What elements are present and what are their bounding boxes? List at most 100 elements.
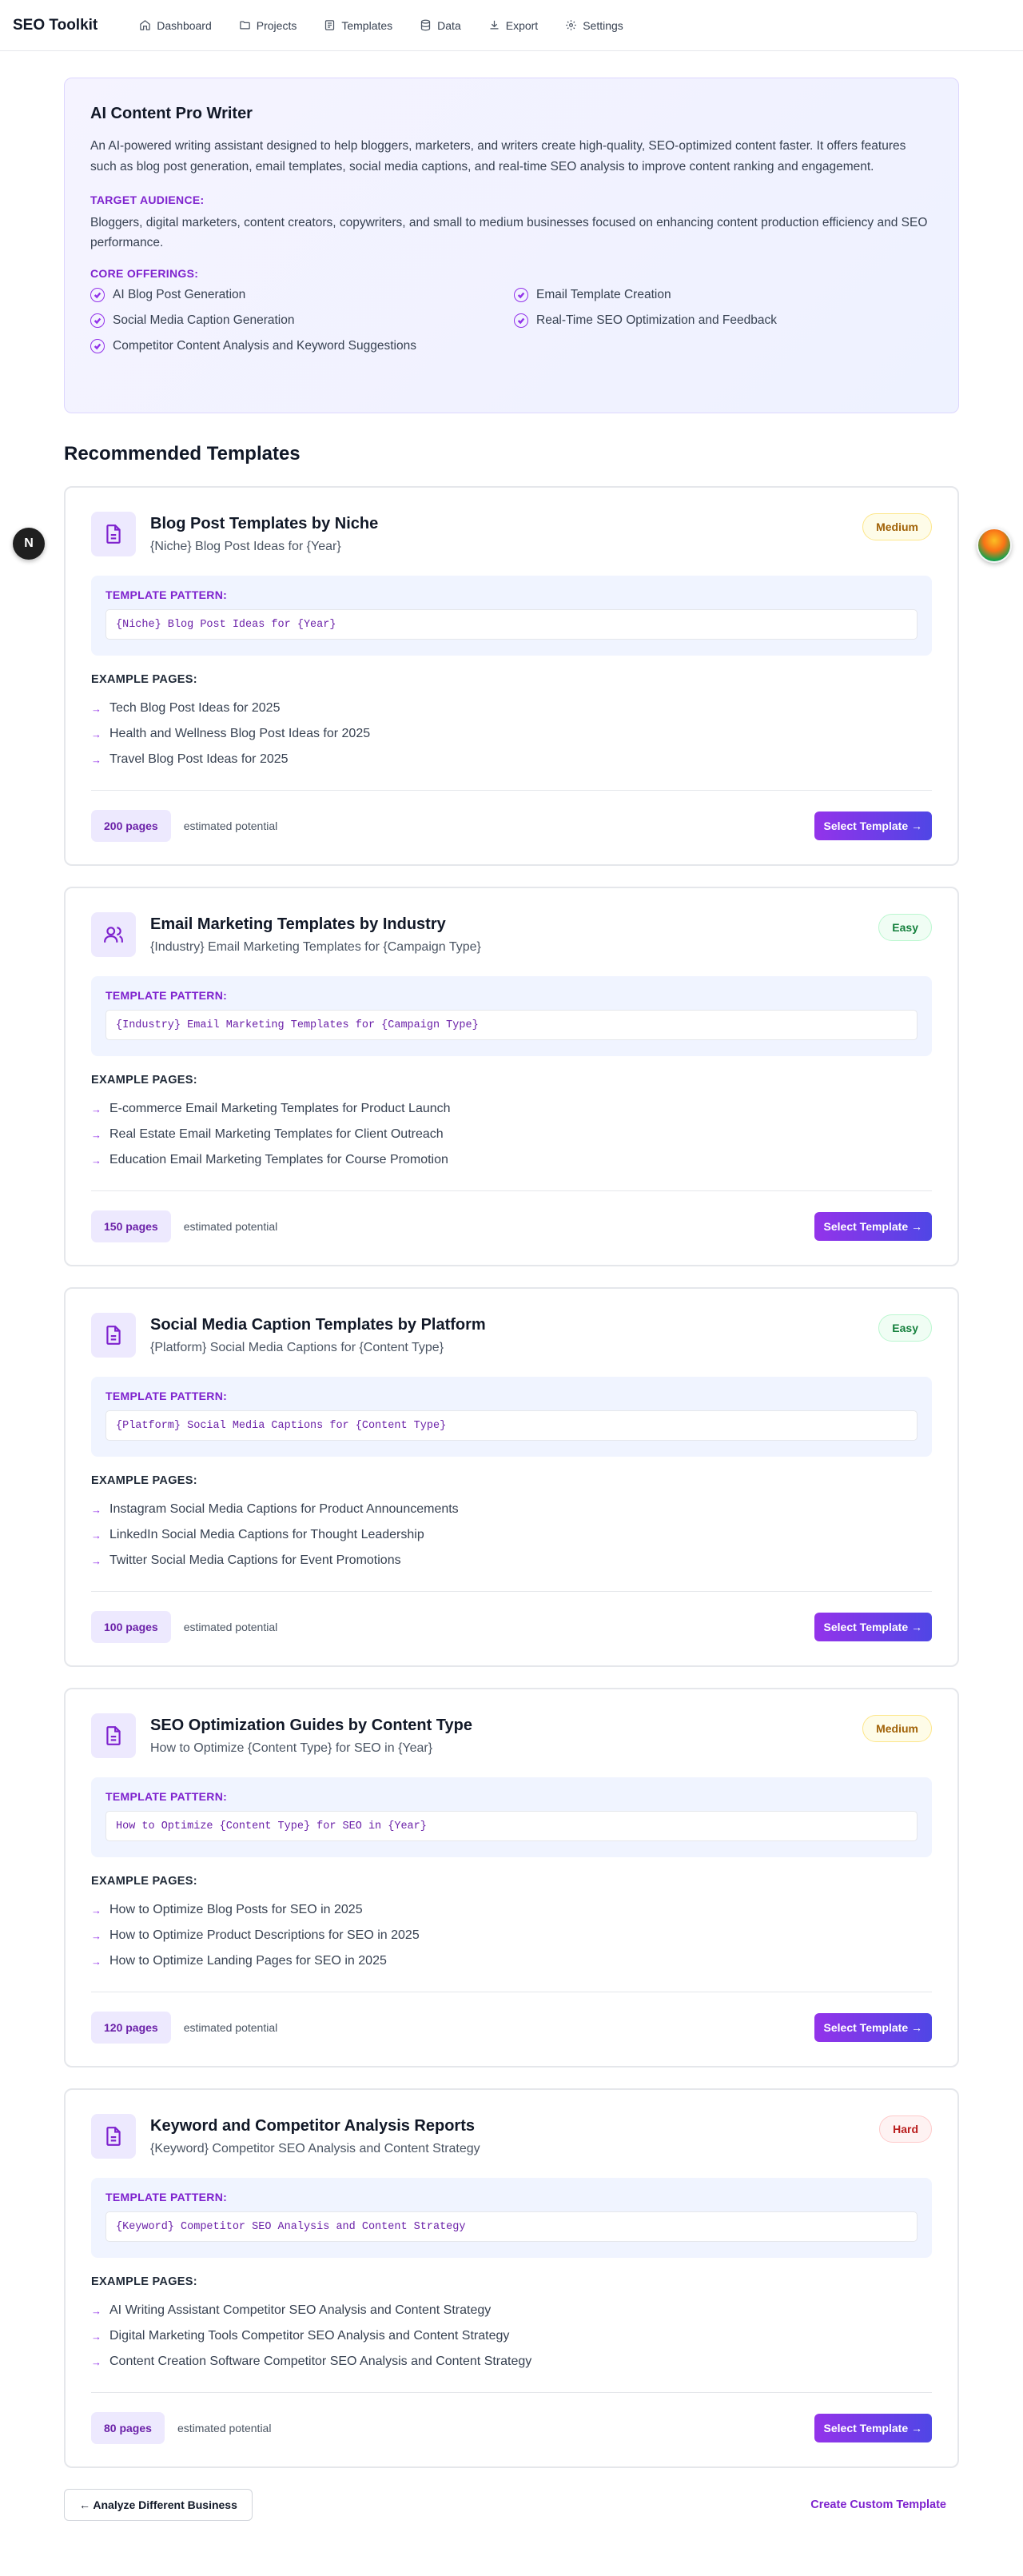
- offering-label: Real-Time SEO Optimization and Feedback: [536, 313, 777, 327]
- home-icon: [140, 20, 151, 30]
- target-audience-text: Bloggers, digital marketers, content cre…: [90, 216, 928, 249]
- arrow-right-icon: →: [91, 1103, 102, 1115]
- floating-n-badge[interactable]: N: [13, 528, 45, 560]
- template-card: Keyword and Competitor Analysis Reports …: [64, 2088, 959, 2468]
- template-card: Social Media Caption Templates by Platfo…: [64, 1287, 959, 1667]
- example-page-item: → Digital Marketing Tools Competitor SEO …: [91, 2323, 932, 2349]
- arrow-right-icon: →: [91, 1128, 102, 1141]
- example-page-text: How to Optimize Product Descriptions for…: [109, 1928, 420, 1942]
- document-icon: [91, 1313, 136, 1358]
- arrow-right-icon: →: [91, 702, 102, 715]
- example-page-item: → Twitter Social Media Captions for Event…: [91, 1548, 932, 1573]
- nav-item-label: Settings: [583, 18, 623, 32]
- arrow-right-icon: →: [91, 1503, 102, 1516]
- example-page-text: Education Email Marketing Templates for …: [109, 1153, 448, 1166]
- nav-item-data[interactable]: Data: [420, 19, 461, 32]
- page-count-badge: 80 pages: [91, 2412, 165, 2444]
- offering-label: AI Blog Post Generation: [113, 288, 246, 301]
- example-page-text: Travel Blog Post Ideas for 2025: [109, 752, 289, 766]
- target-audience-label: TARGET AUDIENCE:: [90, 193, 205, 206]
- top-nav: SEO Toolkit Dashboard Projects Templates…: [0, 0, 1023, 51]
- nav-item-templates[interactable]: Templates: [324, 19, 392, 32]
- select-template-button[interactable]: Select Template →: [814, 2414, 932, 2442]
- template-pattern-code: {Industry} Email Marketing Templates for…: [105, 1010, 918, 1040]
- template-card: SEO Optimization Guides by Content Type …: [64, 1688, 959, 2068]
- example-pages-label: EXAMPLE PAGES:: [91, 673, 197, 686]
- arrow-right-icon: →: [91, 1554, 102, 1567]
- example-page-item: → How to Optimize Blog Posts for SEO in 2…: [91, 1897, 932, 1923]
- estimated-potential-label: estimated potential: [183, 2021, 278, 2034]
- template-pattern-label: TEMPLATE PATTERN:: [105, 1390, 228, 1402]
- arrow-right-icon: →: [91, 2330, 102, 2343]
- page-count-badge: 120 pages: [91, 2012, 171, 2044]
- nav-item-export[interactable]: Export: [488, 19, 538, 32]
- difficulty-badge: Easy: [878, 914, 932, 941]
- template-subtitle: {Keyword} Competitor SEO Analysis and Co…: [150, 2142, 480, 2155]
- template-title: Social Media Caption Templates by Platfo…: [150, 1316, 486, 1334]
- nav-item-projects[interactable]: Projects: [239, 19, 297, 32]
- create-custom-template-button[interactable]: Create Custom Template: [810, 2498, 959, 2511]
- folder-icon: [240, 21, 250, 30]
- example-page-text: Instagram Social Media Captions for Prod…: [109, 1502, 459, 1516]
- example-page-item: → Education Email Marketing Templates for…: [91, 1147, 932, 1173]
- nav-item-settings[interactable]: Settings: [565, 19, 623, 32]
- estimated-potential-label: estimated potential: [183, 819, 278, 832]
- difficulty-badge: Easy: [878, 1314, 932, 1342]
- difficulty-badge: Medium: [862, 1715, 932, 1742]
- page-count-badge: 200 pages: [91, 810, 171, 842]
- difficulty-badge: Hard: [879, 2115, 932, 2143]
- example-pages-label: EXAMPLE PAGES:: [91, 2275, 197, 2288]
- offering-item: Email Template Creation: [514, 286, 937, 304]
- nav-item-dashboard[interactable]: Dashboard: [139, 19, 212, 32]
- arrow-right-icon: →: [91, 1955, 102, 1968]
- check-circle-icon: [90, 288, 105, 302]
- example-page-item: → How to Optimize Landing Pages for SEO i…: [91, 1948, 932, 1974]
- arrow-right-icon: →: [91, 2304, 102, 2317]
- business-title: AI Content Pro Writer: [90, 105, 253, 122]
- download-icon: [490, 20, 499, 30]
- nav-item-label: Data: [437, 18, 461, 32]
- select-template-button[interactable]: Select Template →: [814, 1212, 932, 1241]
- nav-items: Dashboard Projects Templates Data Export…: [139, 19, 651, 32]
- nav-item-label: Export: [505, 18, 539, 32]
- template-title: Keyword and Competitor Analysis Reports: [150, 2117, 475, 2135]
- example-page-text: Content Creation Software Competitor SEO…: [109, 2355, 532, 2368]
- template-pattern-code: {Niche} Blog Post Ideas for {Year}: [105, 609, 918, 640]
- example-page-text: LinkedIn Social Media Captions for Thoug…: [109, 1528, 424, 1541]
- business-summary-card: AI Content Pro Writer An AI-powered writ…: [64, 78, 959, 413]
- check-circle-icon: [514, 288, 528, 302]
- template-pattern-code: How to Optimize {Content Type} for SEO i…: [105, 1811, 918, 1841]
- page-count-badge: 150 pages: [91, 1210, 171, 1242]
- template-subtitle: {Niche} Blog Post Ideas for {Year}: [150, 540, 341, 553]
- select-template-button[interactable]: Select Template →: [814, 811, 932, 840]
- example-pages-label: EXAMPLE PAGES:: [91, 1074, 197, 1087]
- estimated-potential-label: estimated potential: [183, 1220, 278, 1233]
- offering-item: Real-Time SEO Optimization and Feedback: [514, 312, 937, 329]
- template-pattern-label: TEMPLATE PATTERN:: [105, 1790, 228, 1803]
- template-title: Blog Post Templates by Niche: [150, 515, 379, 532]
- check-circle-icon: [90, 313, 105, 328]
- arrow-right-icon: →: [91, 1904, 102, 1916]
- recommended-templates-heading: Recommended Templates: [64, 443, 301, 465]
- example-page-text: How to Optimize Landing Pages for SEO in…: [109, 1954, 387, 1968]
- business-description: An AI-powered writing assistant designed…: [90, 139, 906, 173]
- select-template-button[interactable]: Select Template →: [814, 2013, 932, 2042]
- template-subtitle: {Platform} Social Media Captions for {Co…: [150, 1341, 444, 1354]
- example-page-text: Tech Blog Post Ideas for 2025: [109, 701, 281, 715]
- core-offerings-list: AI Blog Post Generation Email Template C…: [90, 286, 933, 355]
- template-pattern-box: TEMPLATE PATTERN: {Platform} Social Medi…: [91, 1377, 932, 1457]
- floating-avatar[interactable]: [977, 528, 1012, 563]
- example-pages-label: EXAMPLE PAGES:: [91, 1875, 197, 1888]
- select-template-button[interactable]: Select Template →: [814, 1613, 932, 1641]
- analyze-different-business-button[interactable]: ← Analyze Different Business: [64, 2489, 253, 2521]
- brand-logo[interactable]: SEO Toolkit: [13, 17, 98, 34]
- arrow-right-icon: →: [91, 1929, 102, 1942]
- users-icon: [91, 912, 136, 957]
- offering-item: AI Blog Post Generation: [90, 286, 514, 304]
- example-page-text: How to Optimize Blog Posts for SEO in 20…: [109, 1903, 363, 1916]
- arrow-right-icon: →: [91, 2355, 102, 2368]
- database-icon: [421, 19, 431, 31]
- example-page-item: → AI Writing Assistant Competitor SEO Ana…: [91, 2298, 932, 2323]
- template-pattern-box: TEMPLATE PATTERN: {Niche} Blog Post Idea…: [91, 576, 932, 656]
- template-pattern-label: TEMPLATE PATTERN:: [105, 588, 228, 601]
